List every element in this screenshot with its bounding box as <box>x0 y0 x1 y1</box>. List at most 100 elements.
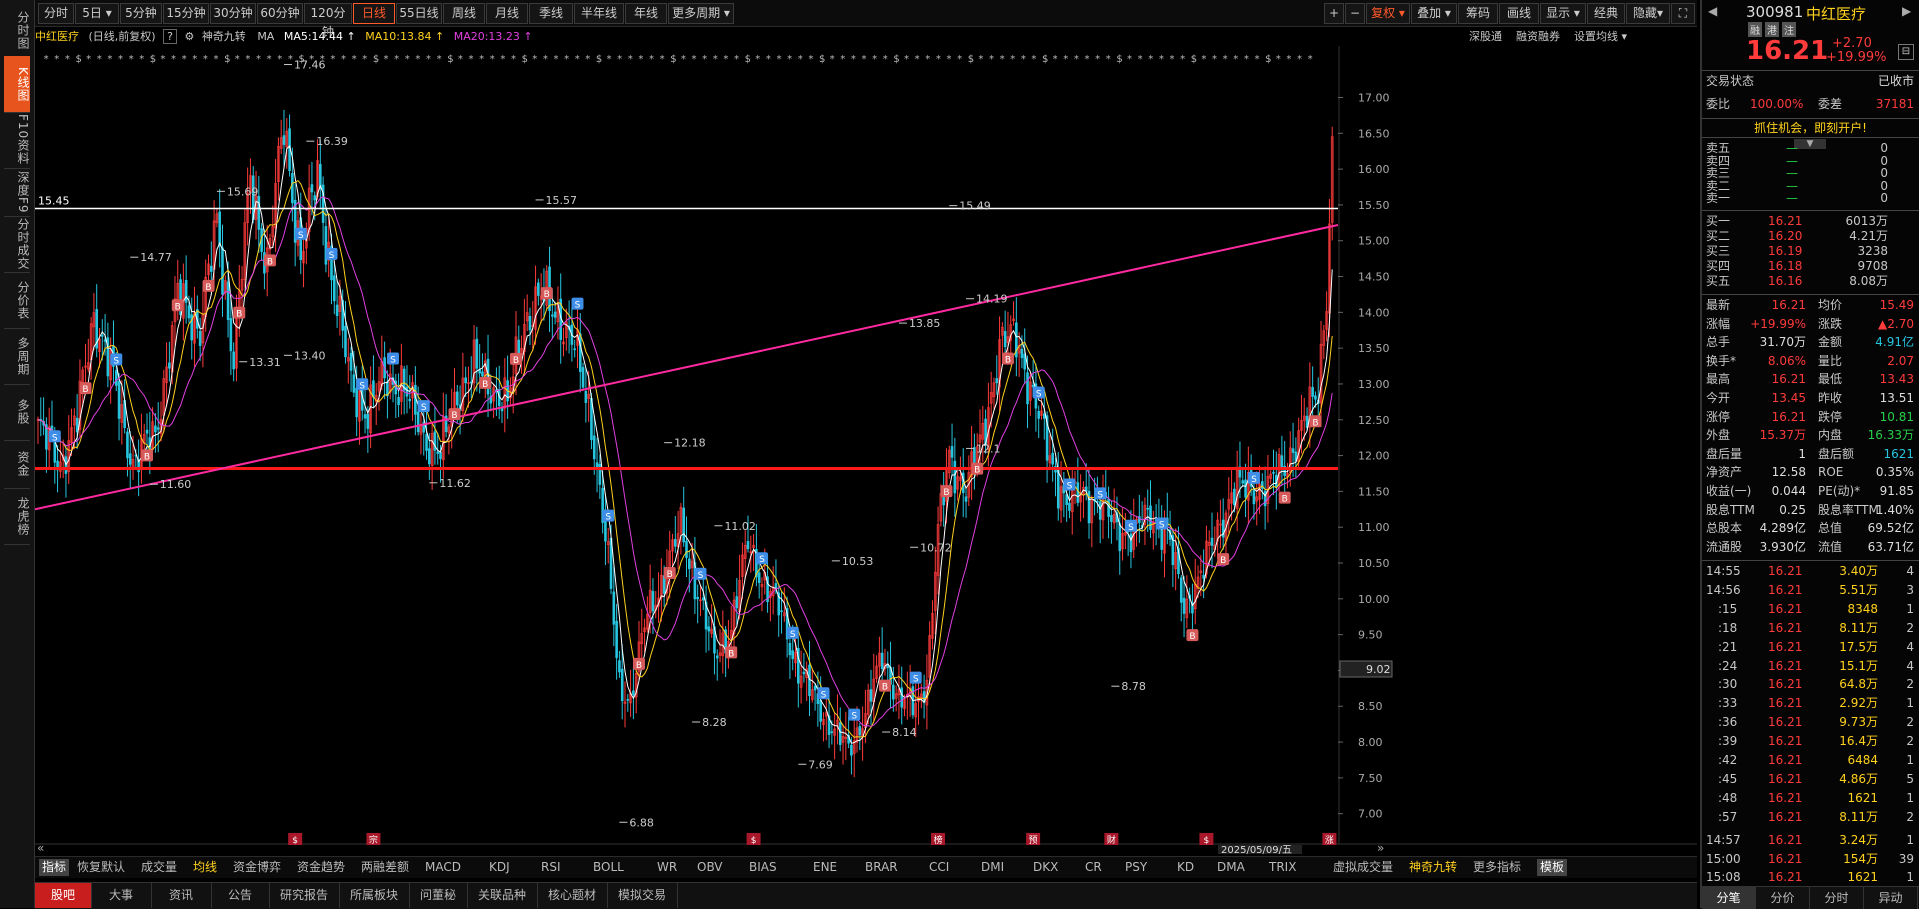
event-mark[interactable]: $ <box>1204 836 1210 846</box>
stat-label: 最新 <box>1706 298 1731 312</box>
help-icon[interactable]: ? <box>163 29 177 44</box>
indicator-tab-12[interactable]: OBV <box>697 859 723 876</box>
rail-tab-4[interactable]: 分时成交 <box>4 216 30 273</box>
period-tab-7[interactable]: 日线 <box>353 3 395 24</box>
quote-tab-3[interactable]: 异动 <box>1864 887 1918 909</box>
indicator-tab-2[interactable]: 成交量 <box>141 859 177 876</box>
period-tab-12[interactable]: 半年线 <box>574 3 624 24</box>
toolbar-btn-0[interactable]: + <box>1324 3 1344 24</box>
period-tab-9[interactable]: 周线 <box>443 3 485 24</box>
toolbar-btn-2[interactable]: 复权 ▾ <box>1366 3 1410 24</box>
period-tab-4[interactable]: 30分钟 <box>210 3 256 24</box>
bottom-tab-3[interactable]: 公告 <box>211 883 270 908</box>
bottom-tab-9[interactable]: 模拟交易 <box>607 883 678 908</box>
toolbar-btn-4[interactable]: 筹码 <box>1458 3 1498 24</box>
info-link-2[interactable]: 设置均线 ▾ <box>1574 30 1627 43</box>
indicator-tab-16[interactable]: CCI <box>929 859 949 876</box>
toolbar-btn-7[interactable]: 经典 <box>1587 3 1625 24</box>
indicator-tab-25[interactable]: 神奇九转 <box>1409 859 1457 876</box>
rail-tab-3[interactable]: 深度F9 <box>4 168 30 217</box>
toolbar-btn-1[interactable]: − <box>1345 3 1365 24</box>
rail-tab-6[interactable]: 多周期 <box>4 328 30 385</box>
indicator-tab-13[interactable]: BIAS <box>749 859 777 876</box>
toolbar-btn-9[interactable]: ⛶ <box>1671 3 1695 24</box>
indicator-tab-14[interactable]: ENE <box>813 859 837 876</box>
collapse-icon[interactable]: ⊟ <box>1898 44 1914 60</box>
period-tab-14[interactable]: 更多周期 ▾ <box>668 3 734 24</box>
rail-tab-0[interactable]: 分时图 <box>4 4 30 57</box>
period-tab-1[interactable]: 5日 ▾ <box>75 3 119 24</box>
rail-tab-7[interactable]: 多股 <box>4 384 30 441</box>
toolbar-btn-8[interactable]: 隐藏▾ <box>1626 3 1670 24</box>
indicator-tab-20[interactable]: PSY <box>1125 859 1147 876</box>
indicator-tab-5[interactable]: 资金趋势 <box>297 859 345 876</box>
period-tab-6[interactable]: 120分钟 <box>304 3 352 39</box>
info-link-0[interactable]: 深股通 <box>1469 30 1502 43</box>
rail-tab-8[interactable]: 资金 <box>4 440 30 489</box>
quote-tab-0[interactable]: 分笔 <box>1702 887 1756 909</box>
next-stock-icon[interactable]: ▶ <box>1902 4 1911 18</box>
bottom-tab-5[interactable]: 所属板块 <box>339 883 410 908</box>
indicator-tab-11[interactable]: WR <box>657 859 677 876</box>
quote-tab-1[interactable]: 分价 <box>1756 887 1810 909</box>
period-tab-11[interactable]: 季线 <box>529 3 573 24</box>
gear-icon[interactable]: ⚙ <box>184 30 194 43</box>
period-tab-3[interactable]: 15分钟 <box>163 3 209 24</box>
toolbar-btn-3[interactable]: 叠加 ▾ <box>1411 3 1457 24</box>
event-mark[interactable]: 财 <box>1107 834 1116 846</box>
indicator-tab-3[interactable]: 均线 <box>193 859 217 876</box>
info-link-1[interactable]: 融资融券 <box>1516 30 1560 43</box>
promo-link[interactable]: 抓住机会，即刻开户! <box>1702 118 1919 138</box>
event-mark[interactable]: 预 <box>1029 835 1038 846</box>
bottom-tab-7[interactable]: 关联品种 <box>467 883 538 908</box>
bottom-tab-2[interactable]: 资讯 <box>151 883 212 908</box>
scroll-right-icon[interactable]: » <box>1377 841 1384 854</box>
period-tab-2[interactable]: 5分钟 <box>120 3 162 24</box>
indicator-tab-24[interactable]: 虚拟成交量 <box>1333 859 1393 876</box>
period-tab-5[interactable]: 60分钟 <box>257 3 303 24</box>
rail-tab-1[interactable]: K线图 <box>4 56 30 113</box>
period-tab-8[interactable]: 55日线 <box>396 3 442 24</box>
bottom-tab-6[interactable]: 问董秘 <box>409 883 468 908</box>
prev-stock-icon[interactable]: ◀ <box>1708 4 1717 18</box>
bottom-tab-1[interactable]: 大事 <box>91 883 152 908</box>
indicator-tab-27[interactable]: 模板 <box>1537 859 1568 876</box>
indicator-tab-1[interactable]: 恢复默认 <box>77 859 125 876</box>
indicator-tab-21[interactable]: KD <box>1177 859 1194 876</box>
period-tab-0[interactable]: 分时 <box>38 3 74 24</box>
period-tab-10[interactable]: 月线 <box>486 3 528 24</box>
event-mark[interactable]: 宗 <box>369 834 378 846</box>
toolbar-btn-6[interactable]: 显示 ▾ <box>1540 3 1586 24</box>
indicator-tab-10[interactable]: BOLL <box>593 859 624 876</box>
toolbar-btn-5[interactable]: 画线 <box>1499 3 1539 24</box>
indicator-tab-6[interactable]: 两融差额 <box>361 859 409 876</box>
rail-tab-2[interactable]: F10资料 <box>4 112 30 169</box>
indicator-tab-0[interactable]: 指标 <box>39 859 70 876</box>
event-mark[interactable]: 涨 <box>1325 835 1334 846</box>
bottom-tab-0[interactable]: 股吧 <box>35 883 92 908</box>
rail-tab-9[interactable]: 龙虎榜 <box>4 488 30 545</box>
indicator-tab-15[interactable]: BRAR <box>865 859 898 876</box>
indicator-tab-8[interactable]: KDJ <box>489 859 510 876</box>
indicator-tab-23[interactable]: TRIX <box>1269 859 1296 876</box>
indicator-tab-26[interactable]: 更多指标 <box>1473 859 1521 876</box>
event-mark[interactable]: $ <box>292 836 298 846</box>
rail-tab-5[interactable]: 分价表 <box>4 272 30 329</box>
indicator-tab-17[interactable]: DMI <box>981 859 1004 876</box>
indicator-tab-22[interactable]: DMA <box>1217 859 1245 876</box>
quote-tab-2[interactable]: 分时 <box>1810 887 1864 909</box>
indicator-tab-7[interactable]: MACD <box>425 859 461 876</box>
bottom-tab-4[interactable]: 研究报告 <box>269 883 340 908</box>
bottom-tab-8[interactable]: 核心题材 <box>537 883 608 908</box>
indicator-tab-4[interactable]: 资金博弈 <box>233 859 281 876</box>
indicator-name[interactable]: 神奇九转 <box>202 30 246 43</box>
event-mark[interactable]: $ <box>751 836 757 846</box>
indicator-tab-18[interactable]: DKX <box>1033 859 1058 876</box>
indicator-tab-19[interactable]: CR <box>1085 859 1102 876</box>
scroll-left-icon[interactable]: « <box>37 841 44 854</box>
event-mark[interactable]: 榜 <box>934 834 943 846</box>
tick-volume: 64.8万 <box>1839 677 1878 692</box>
kline-chart[interactable]: * * * $ * * * * * * $ * * * * * * $ * * * * * * $ * * * * * * $ * * * * * * $ *… <box>35 46 1697 854</box>
indicator-tab-9[interactable]: RSI <box>541 859 561 876</box>
period-tab-13[interactable]: 年线 <box>625 3 667 24</box>
